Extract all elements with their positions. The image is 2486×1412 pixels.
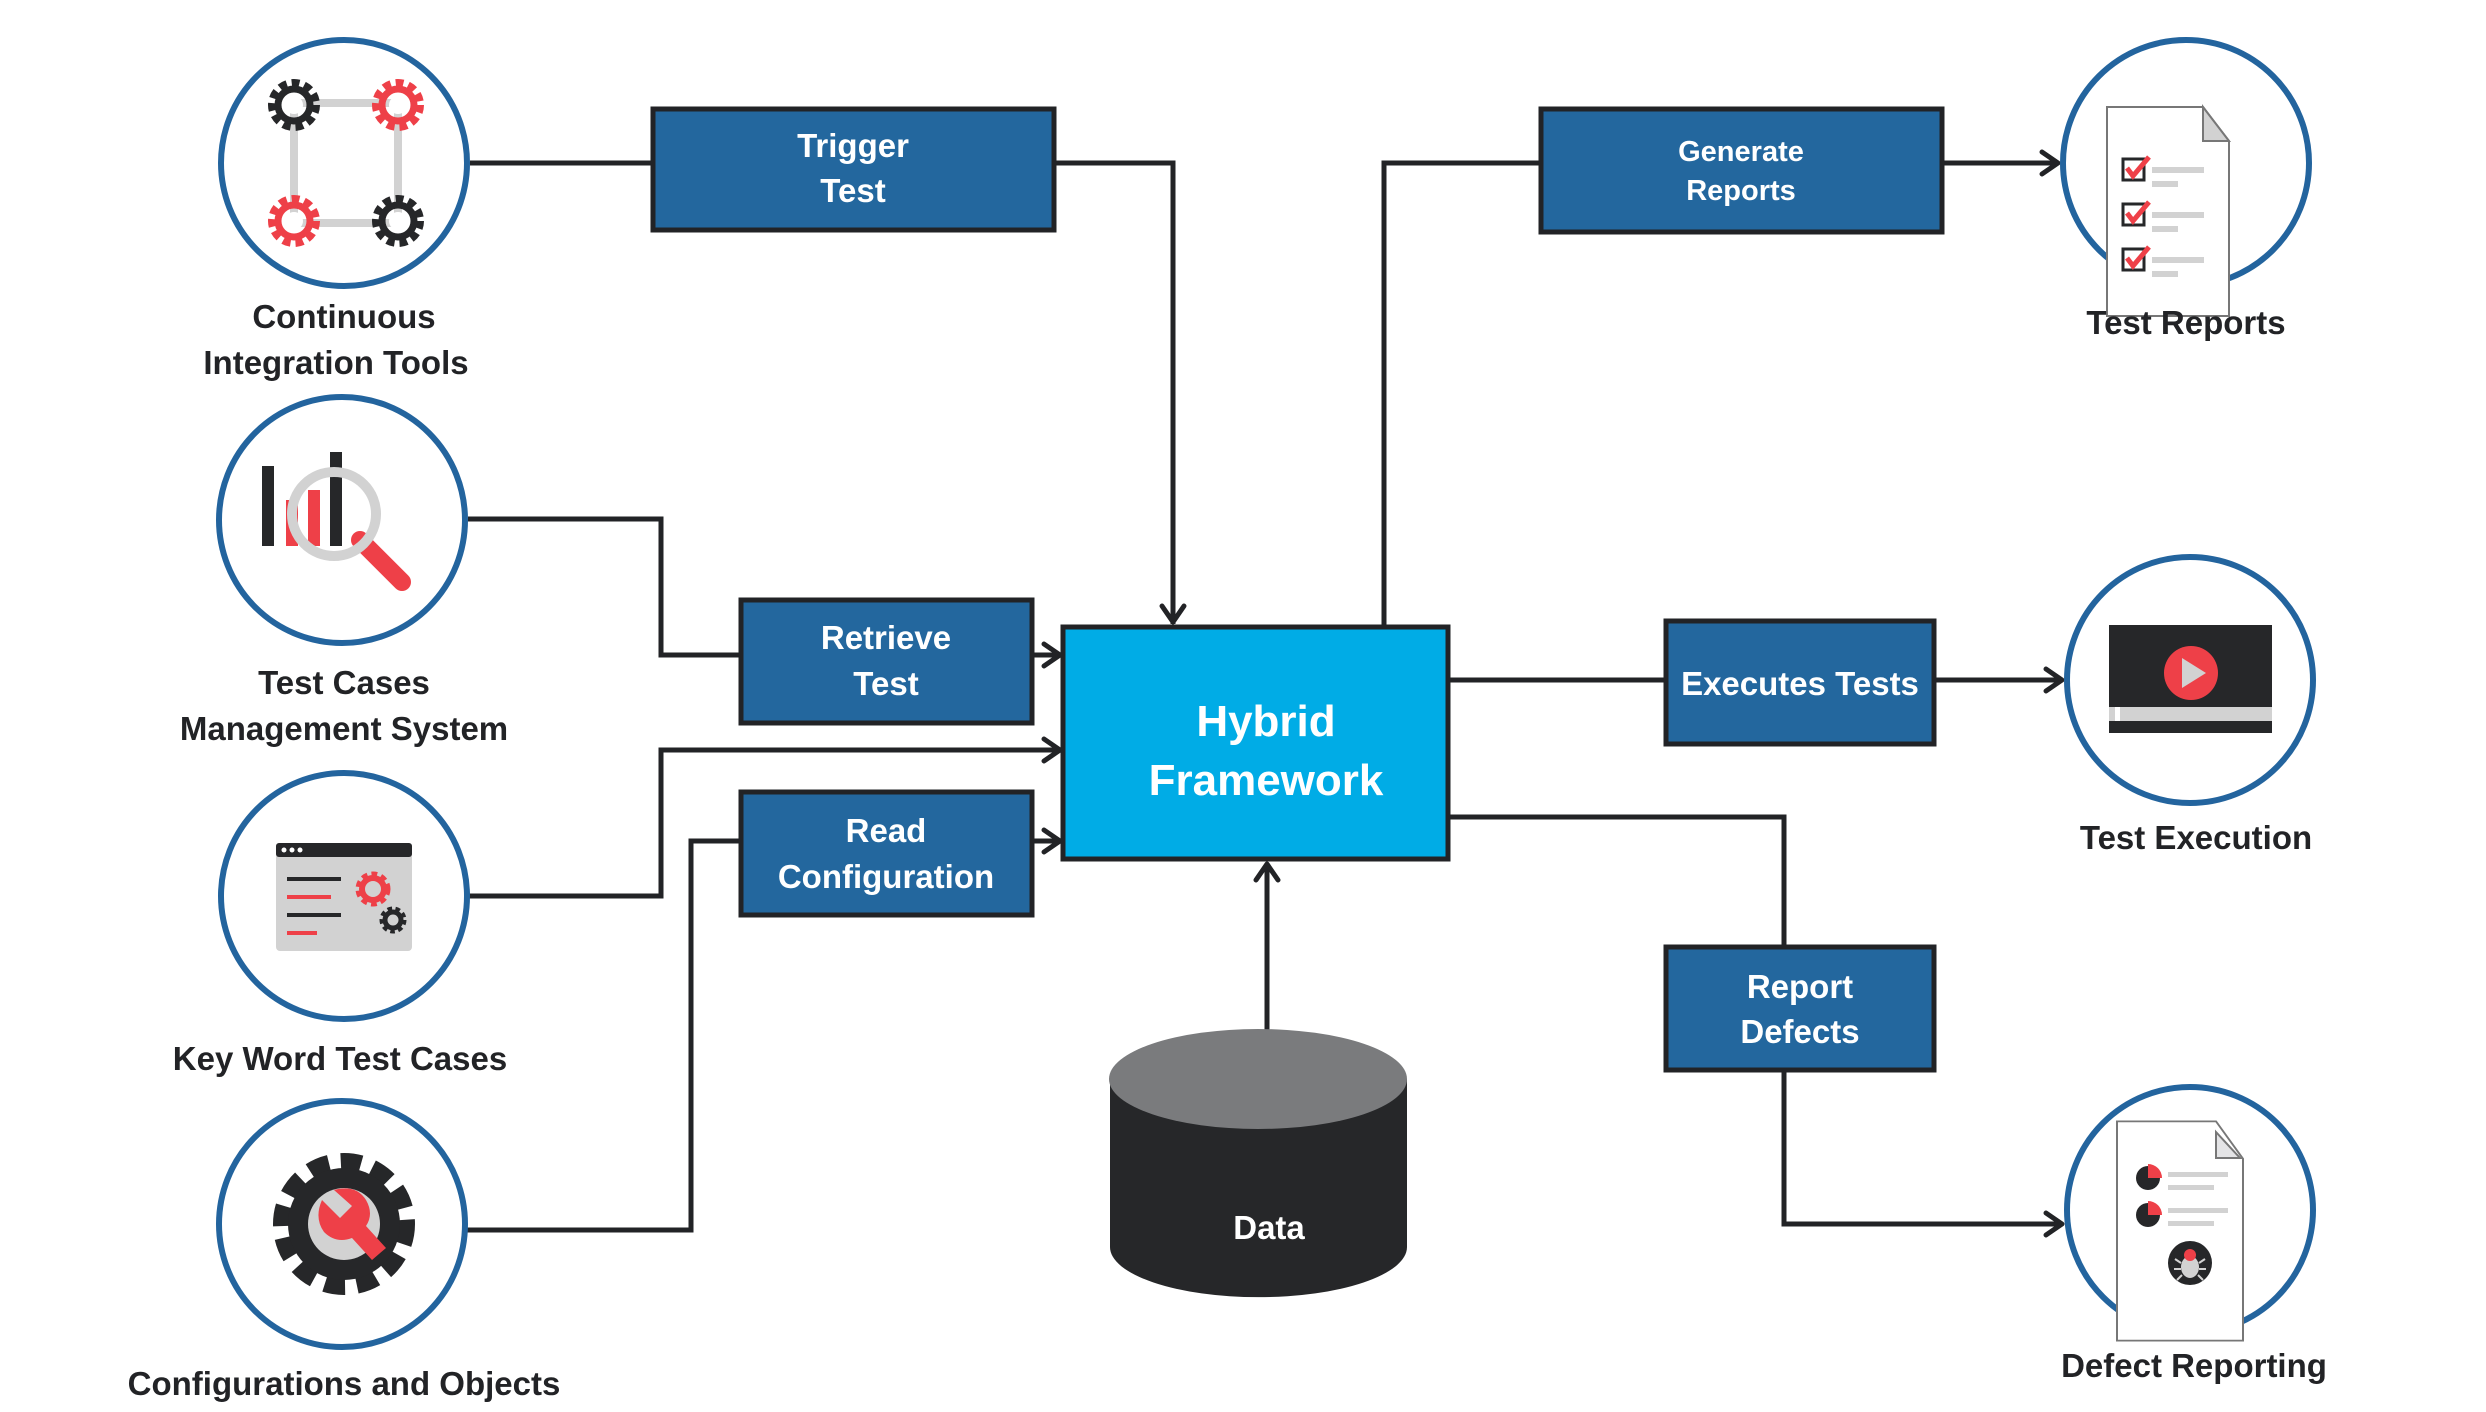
process-box: [738, 789, 1035, 918]
connector-tcms-retrieve: [468, 516, 741, 658]
process-label-line-1: Generate: [1678, 136, 1804, 168]
gear-wrench-icon: [273, 1153, 415, 1295]
node-test-execution[interactable]: Test Execution: [2064, 554, 2316, 856]
connector-hub-generate: [1381, 160, 1541, 626]
data-store-label: Data: [1233, 1209, 1305, 1246]
process-label-line-1: Trigger: [797, 127, 909, 164]
hub-title-line-1: Hybrid: [1196, 697, 1335, 746]
node-keyword-test-cases[interactable]: Key Word Test Cases: [173, 770, 507, 1077]
process-label-line-2: Defects: [1740, 1013, 1859, 1050]
data-store-cylinder[interactable]: Data: [1109, 1029, 1407, 1298]
node-label: Defect Reporting: [2061, 1347, 2327, 1384]
node-continuous-integration[interactable]: Continuous Integration Tools: [203, 37, 470, 381]
process-read-configuration[interactable]: Read Configuration: [738, 789, 1035, 918]
process-label-line-2: Test: [853, 665, 918, 702]
process-executes-tests[interactable]: Executes Tests: [1663, 618, 1937, 747]
node-label-line-2: Integration Tools: [203, 344, 468, 381]
process-box: [1663, 944, 1937, 1073]
browser-settings-icon: [276, 843, 412, 951]
node-ring: [218, 37, 470, 289]
process-label-line-1: Retrieve: [821, 619, 951, 656]
node-configurations-objects[interactable]: Configurations and Objects: [128, 1098, 561, 1402]
node-label-line-2: Management System: [180, 710, 508, 747]
connector-report-defects: [1781, 1070, 2062, 1227]
process-report-defects[interactable]: Report Defects: [1663, 944, 1937, 1073]
bug-report-document-icon: [2116, 1120, 2244, 1342]
connector-trigger-hub: [1054, 160, 1176, 624]
node-label-line-1: Test Cases: [258, 664, 430, 701]
cylinder-top: [1109, 1029, 1407, 1129]
hub-hybrid-framework[interactable]: Hybrid Framework: [1060, 624, 1451, 862]
node-test-cases-management[interactable]: Test Cases Management System: [180, 394, 508, 747]
process-generate-reports[interactable]: Generate Reports: [1538, 106, 1945, 235]
connector-config-read: [466, 838, 741, 1233]
process-retrieve-test[interactable]: Retrieve Test: [738, 597, 1035, 726]
video-player-icon: [2109, 625, 2272, 733]
node-test-reports[interactable]: Test Reports: [2060, 37, 2312, 341]
process-label-line-1: Read: [846, 812, 927, 849]
process-label-line-2: Reports: [1686, 175, 1796, 207]
node-label: Test Reports: [2086, 304, 2285, 341]
process-label-line-2: Configuration: [778, 858, 994, 895]
node-label-line-1: Continuous: [252, 298, 435, 335]
hub-title-line-2: Framework: [1149, 756, 1384, 805]
process-box: [1538, 106, 1945, 235]
connector-hub-report: [1450, 814, 1787, 947]
node-label: Configurations and Objects: [128, 1365, 561, 1402]
node-label: Key Word Test Cases: [173, 1040, 507, 1077]
process-label: Executes Tests: [1681, 665, 1919, 702]
hybrid-framework-diagram: Continuous Integration Tools Test Cases …: [128, 37, 2327, 1402]
process-label-line-1: Report: [1747, 968, 1853, 1005]
node-defect-reporting[interactable]: Defect Reporting: [2061, 1084, 2327, 1384]
node-label: Test Execution: [2080, 819, 2312, 856]
checklist-document-icon: [2106, 104, 2232, 317]
process-label-line-2: Test: [820, 172, 885, 209]
process-trigger-test[interactable]: Trigger Test: [650, 106, 1057, 233]
